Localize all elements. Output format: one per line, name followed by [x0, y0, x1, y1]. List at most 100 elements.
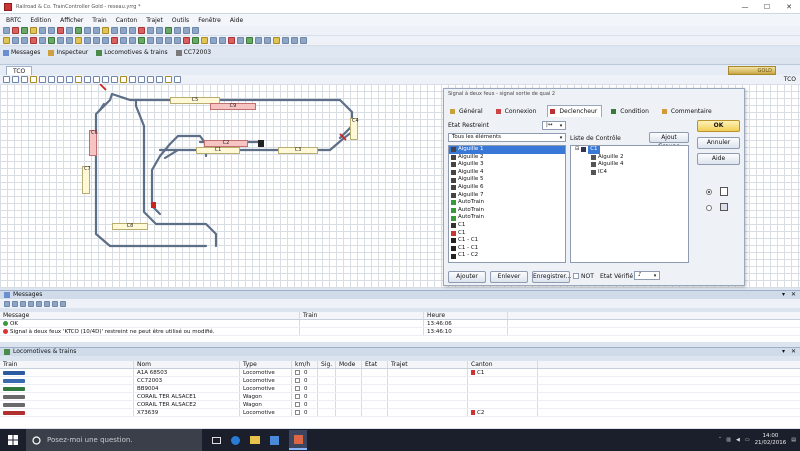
menu-edition[interactable]: Edition	[30, 17, 51, 24]
source-list-item[interactable]: C1	[449, 222, 565, 230]
toolbar-tool-icon[interactable]	[156, 37, 163, 44]
toolbar-tool-icon[interactable]	[174, 37, 181, 44]
train-checkbox[interactable]	[295, 378, 300, 383]
dialog-tab-condition[interactable]: Condition	[609, 105, 653, 117]
toolbar-tool-icon[interactable]	[291, 37, 298, 44]
aide-button[interactable]: Aide	[697, 153, 740, 165]
menu-afficher[interactable]: Afficher	[60, 17, 83, 24]
drawing-tool-icon[interactable]	[174, 76, 181, 83]
track-label-c9[interactable]: C9	[210, 103, 256, 110]
toolbar-tool-icon[interactable]	[102, 27, 109, 34]
toolbar-tool-icon[interactable]	[165, 27, 172, 34]
toolbar-tool-icon[interactable]	[3, 27, 10, 34]
ajout-groupe-button[interactable]: Ajout Groupe	[649, 132, 689, 150]
enregistrer-button[interactable]: Enregistrer...	[532, 271, 571, 283]
toolbar-tool-icon[interactable]	[201, 37, 208, 44]
drawing-tool-icon[interactable]	[111, 76, 118, 83]
train-checkbox[interactable]	[295, 394, 300, 399]
toolbar-tool-icon[interactable]	[246, 37, 253, 44]
menu-canton[interactable]: Canton	[116, 17, 138, 24]
toolbar-tool-icon[interactable]	[156, 27, 163, 34]
annuler-button[interactable]: Annuler	[697, 137, 740, 149]
menu-trajet[interactable]: Trajet	[146, 17, 163, 24]
toolbar-tool-icon[interactable]	[273, 37, 280, 44]
source-list-item[interactable]: C1 - C1	[449, 245, 565, 253]
toolbar-tool-icon[interactable]	[48, 37, 55, 44]
toolbar-tool-icon[interactable]	[84, 37, 91, 44]
toolbar-tool-icon[interactable]	[147, 37, 154, 44]
train-row[interactable]: CC72003 Locomotive 0	[0, 377, 800, 385]
control-list-tree[interactable]: ⊟ C1 Aiguille 2 Aiguille 4 IC4	[570, 145, 689, 263]
dialog-tab-connexion[interactable]: Connexion	[494, 105, 541, 117]
track-label-c7[interactable]: C7	[82, 166, 91, 194]
track-label-c6[interactable]: C6	[89, 130, 98, 156]
toolbar-tool-icon[interactable]	[192, 27, 199, 34]
toolbar-tool-icon[interactable]	[21, 27, 28, 34]
toolbar-tool-icon[interactable]	[3, 37, 10, 44]
drawing-tool-icon[interactable]	[39, 76, 46, 83]
clock[interactable]: 14:00 21/02/2016	[755, 433, 787, 447]
trains-column-header[interactable]: km/h	[292, 361, 318, 368]
toolbar-tool-icon[interactable]	[174, 27, 181, 34]
messages-column-header[interactable]: Message	[0, 312, 300, 319]
radio-list-mode[interactable]	[706, 189, 712, 195]
dialog-tab-declencheur[interactable]: Declencheur	[547, 105, 603, 117]
toolbar-tool-icon[interactable]	[264, 37, 271, 44]
toolbar-tool-icon[interactable]	[210, 37, 217, 44]
tree-item[interactable]: IC4	[571, 169, 688, 177]
source-list-item[interactable]: Aiguille 2	[449, 154, 565, 162]
drawing-tool-icon[interactable]	[66, 76, 73, 83]
track-label-c3[interactable]: C3	[278, 147, 318, 154]
messages-column-header[interactable]: Heure	[424, 312, 508, 319]
messages-tool-icon[interactable]	[4, 300, 10, 307]
trains-column-header[interactable]: Type	[240, 361, 292, 368]
maximize-button[interactable]: ☐	[756, 0, 778, 14]
source-list-item[interactable]: Aiguille 4	[449, 169, 565, 177]
doc-tab-3[interactable]: CC72003	[175, 49, 211, 56]
toolbar-tool-icon[interactable]	[111, 37, 118, 44]
dialog-tab-commentaire[interactable]: Commentaire	[660, 105, 716, 117]
source-list-item[interactable]: C1 - C2	[449, 252, 565, 260]
track-label-c8[interactable]: C8	[112, 223, 148, 230]
toolbar-tool-icon[interactable]	[183, 27, 190, 34]
close-button[interactable]: ✕	[778, 0, 800, 14]
toolbar-tool-icon[interactable]	[138, 27, 145, 34]
pin-icon[interactable]: ▾	[782, 291, 785, 299]
drawing-tool-icon[interactable]	[75, 76, 82, 83]
source-list-item[interactable]: Aiguille 6	[449, 184, 565, 192]
enlever-button[interactable]: Enlever	[490, 271, 528, 283]
toolbar-tool-icon[interactable]	[120, 27, 127, 34]
source-list-item[interactable]: AutoTrain	[449, 214, 565, 222]
toolbar-tool-icon[interactable]	[30, 27, 37, 34]
toolbar-tool-icon[interactable]	[66, 27, 73, 34]
drawing-tool-icon[interactable]	[138, 76, 145, 83]
tree-item[interactable]: ⊟ C1	[571, 146, 688, 154]
toolbar-tool-icon[interactable]	[129, 37, 136, 44]
toolbar-tool-icon[interactable]	[192, 37, 199, 44]
toolbar-tool-icon[interactable]	[111, 27, 118, 34]
drawing-tool-icon[interactable]	[102, 76, 109, 83]
messages-column-header[interactable]: Train	[300, 312, 424, 319]
train-checkbox[interactable]	[295, 402, 300, 407]
radio-group-mode[interactable]	[706, 205, 712, 211]
train-row[interactable]: A1A 68503 Locomotive 0 C1	[0, 369, 800, 377]
windows-start-icon[interactable]	[0, 429, 26, 451]
toolbar-tool-icon[interactable]	[165, 37, 172, 44]
drawing-tool-icon[interactable]	[3, 76, 10, 83]
toolbar-tool-icon[interactable]	[183, 37, 190, 44]
tree-item[interactable]: Aiguille 2	[571, 154, 688, 162]
menu-fentre[interactable]: Fenêtre	[198, 17, 221, 24]
drawing-tool-icon[interactable]	[129, 76, 136, 83]
trains-column-header[interactable]: Train	[0, 361, 134, 368]
source-list-item[interactable]: Aiguille 1	[449, 146, 565, 154]
toolbar-tool-icon[interactable]	[228, 37, 235, 44]
toolbar-tool-icon[interactable]	[219, 37, 226, 44]
toolbar-tool-icon[interactable]	[120, 37, 127, 44]
menu-train[interactable]: Train	[92, 17, 106, 24]
messages-tool-icon[interactable]	[12, 300, 18, 307]
pin-icon[interactable]: ▾	[782, 348, 785, 356]
toolbar-tool-icon[interactable]	[300, 37, 307, 44]
train-row[interactable]: CORAIL TER ALSACE1 Wagon 0	[0, 393, 800, 401]
etat-verifie-select[interactable]: ♪ ▾	[634, 271, 660, 280]
toolbar-tool-icon[interactable]	[12, 37, 19, 44]
